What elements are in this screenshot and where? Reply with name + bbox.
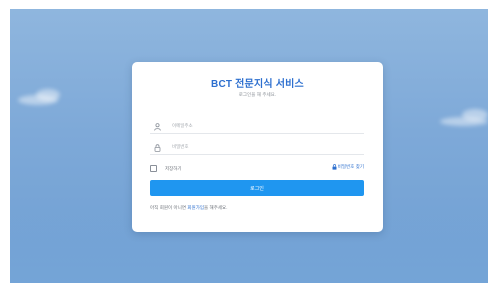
login-card: BCT 전문지식 서비스 로그인을 해 주세요. 저장하기	[132, 62, 383, 232]
login-button[interactable]: 로그인	[150, 180, 364, 196]
signup-prompt: 아직 회원이 아니면 회원가입을 해주세요.	[150, 205, 228, 211]
lock-icon	[152, 143, 162, 153]
signup-link[interactable]: 회원가입	[187, 206, 204, 211]
password-field-row	[150, 141, 364, 155]
lock-icon	[332, 164, 337, 170]
signup-prefix: 아직 회원이 아니면	[150, 206, 188, 211]
signup-suffix: 을 해주세요.	[203, 206, 228, 211]
find-password-label: 비밀번호 찾기	[337, 165, 364, 170]
remember-checkbox[interactable]	[150, 165, 157, 172]
page-title: BCT 전문지식 서비스	[211, 79, 304, 90]
password-field[interactable]	[172, 141, 352, 154]
remember-label: 저장하기	[165, 166, 182, 172]
user-icon	[152, 122, 162, 132]
find-password-link[interactable]: 비밀번호 찾기	[332, 164, 364, 170]
email-field[interactable]	[172, 120, 352, 133]
cloud	[462, 109, 488, 121]
cloud	[36, 89, 60, 101]
email-field-row	[150, 120, 364, 134]
remember-me[interactable]: 저장하기	[150, 165, 182, 172]
page-subtitle: 로그인을 해 주세요.	[238, 93, 277, 98]
